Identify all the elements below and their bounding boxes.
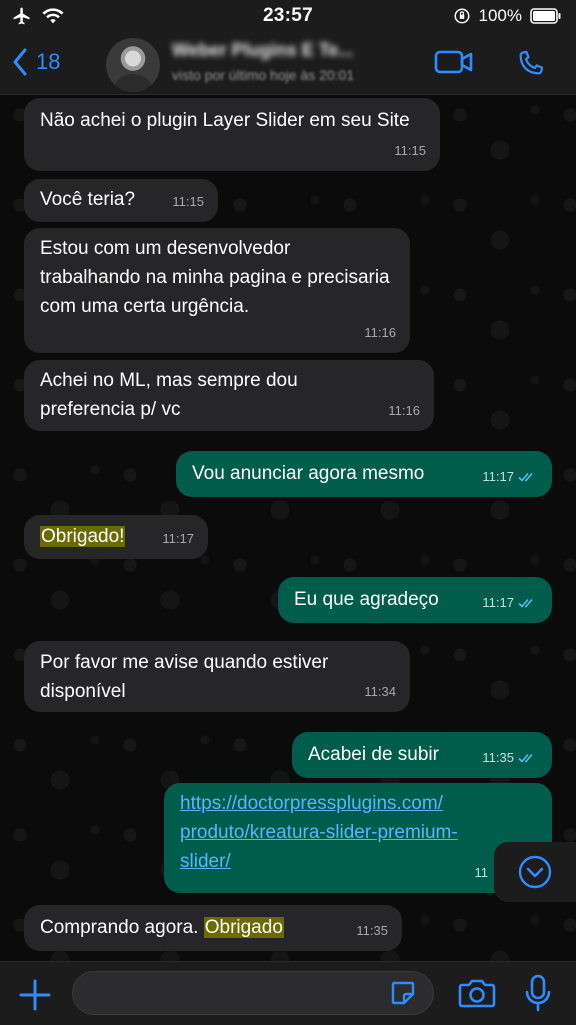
link-line[interactable]: produto/kreatura-slider-premium- <box>180 818 536 847</box>
read-ticks-icon <box>518 753 533 763</box>
video-call-icon[interactable] <box>434 48 474 76</box>
back-button[interactable]: 18 <box>12 48 60 76</box>
status-bar: 23:57 100% <box>0 0 576 34</box>
read-ticks-icon <box>518 598 533 608</box>
phone-icon[interactable] <box>514 48 546 80</box>
message-time: 11:16 <box>364 325 396 340</box>
message-time-label: 11:17 <box>482 595 514 610</box>
chevron-down-circle-icon <box>518 855 552 889</box>
camera-icon[interactable] <box>458 976 496 1010</box>
battery-percent: 100% <box>478 6 522 25</box>
message-bubble-incoming[interactable]: Não achei o plugin Layer Slider em seu S… <box>24 98 440 171</box>
microphone-icon[interactable] <box>524 974 552 1012</box>
message-time: 11:34 <box>364 684 396 699</box>
plus-icon[interactable] <box>18 978 52 1012</box>
message-text: Comprando agora. Obrigado <box>40 913 386 942</box>
message-bubble-incoming[interactable]: Estou com um desenvolvedor trabalhando n… <box>24 228 410 353</box>
message-text: Achei no ML, mas sempre dou preferencia … <box>40 370 298 420</box>
message-text: Por favor me avise quando estiver dispon… <box>40 652 329 702</box>
sticker-icon[interactable] <box>389 979 417 1007</box>
avatar[interactable] <box>106 38 160 92</box>
contact-info[interactable]: Weber Plugins E Te... visto por último h… <box>172 40 422 83</box>
message-time: 11:15 <box>394 143 426 158</box>
message-time: 11:35 <box>356 923 388 938</box>
status-right: 100% <box>453 6 562 26</box>
message-time: 11:17 <box>482 462 538 491</box>
read-ticks-icon <box>518 472 533 482</box>
message-text: Estou com um desenvolvedor trabalhando n… <box>40 238 390 317</box>
chevron-left-icon <box>13 48 27 76</box>
message-input[interactable] <box>72 971 434 1015</box>
unread-count: 18 <box>36 49 61 74</box>
message-bubble-outgoing[interactable]: Vou anunciar agora mesmo 11:17 <box>176 451 552 497</box>
message-bubble-incoming[interactable]: Achei no ML, mas sempre dou preferencia … <box>24 360 434 431</box>
chat-header: 18 Weber Plugins E Te... visto por últim… <box>0 34 576 95</box>
message-time: 11:16 <box>388 403 420 418</box>
message-composer <box>0 961 576 1025</box>
message-time: 11 <box>474 865 489 880</box>
header-actions <box>434 48 546 80</box>
message-bubble-outgoing[interactable]: Eu que agradeço 11:17 <box>278 577 552 623</box>
link-line[interactable]: https://doctorpressplugins.com/ <box>180 789 536 818</box>
highlighted-text: Obrigado <box>203 917 284 938</box>
message-bubble-outgoing[interactable]: Acabei de subir 11:35 <box>292 732 552 778</box>
message-bubble-incoming[interactable]: Você teria? 11:15 <box>24 179 218 222</box>
message-time-label: 11:17 <box>482 469 514 484</box>
message-bubble-incoming[interactable]: Comprando agora. Obrigado 11:35 <box>24 905 402 951</box>
message-bubble-incoming[interactable]: Obrigado! 11:17 <box>24 515 208 559</box>
message-bubble-incoming[interactable]: Por favor me avise quando estiver dispon… <box>24 641 410 712</box>
chat-area[interactable]: Não achei o plugin Layer Slider em seu S… <box>0 95 576 961</box>
highlighted-text: Obrigado! <box>40 526 126 547</box>
message-text: Não achei o plugin Layer Slider em seu S… <box>40 110 410 131</box>
message-time: 11:17 <box>482 588 538 617</box>
message-text-part: Comprando agora. <box>40 917 204 938</box>
message-time: 11:35 <box>482 743 538 772</box>
message-time-label: 11:35 <box>482 750 514 765</box>
battery-icon <box>530 8 561 24</box>
scroll-to-bottom-button[interactable] <box>494 842 576 902</box>
message-time: 11:15 <box>172 194 204 209</box>
rotation-lock-icon <box>454 8 470 24</box>
contact-name: Weber Plugins E Te... <box>172 40 354 60</box>
contact-status: visto por último hoje às 20:01 <box>172 67 355 83</box>
message-time: 11:17 <box>162 531 194 546</box>
